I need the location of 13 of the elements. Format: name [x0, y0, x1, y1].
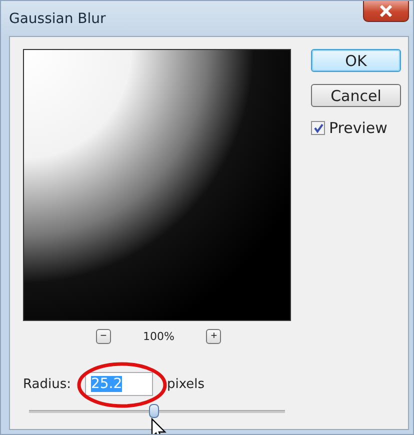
slider-thumb[interactable]: [149, 404, 160, 418]
zoom-in-button[interactable]: +: [206, 329, 222, 344]
window-title: Gaussian Blur: [9, 10, 106, 26]
radius-label: Radius:: [23, 376, 71, 392]
close-icon: [379, 5, 393, 17]
zoom-out-button[interactable]: −: [96, 329, 111, 344]
unit-label: pixels: [166, 376, 205, 392]
dialog-button[interactable]: Cancel: [311, 84, 401, 107]
preview-checkbox[interactable]: Preview: [311, 119, 401, 137]
dialog-button[interactable]: OK: [311, 49, 401, 72]
checkmark-icon: [312, 122, 324, 134]
zoom-level: 100%: [143, 330, 174, 343]
close-button[interactable]: [363, 1, 409, 22]
